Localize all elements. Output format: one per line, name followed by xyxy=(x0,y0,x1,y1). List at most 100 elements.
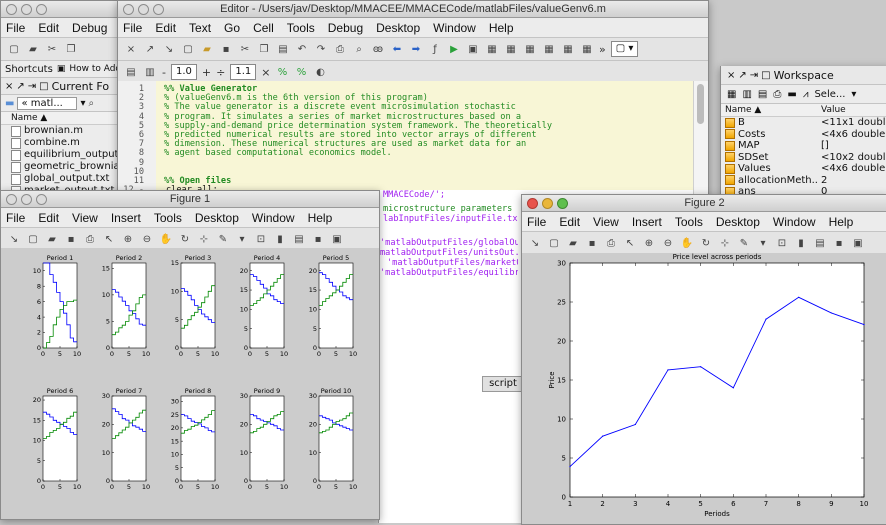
menu-view[interactable]: View xyxy=(593,215,619,229)
uncomment-icon[interactable]: % xyxy=(294,65,308,79)
binoculars-icon[interactable]: ꙭ xyxy=(371,42,385,56)
save-icon[interactable]: ▪ xyxy=(585,236,599,250)
dock-arrow-icon[interactable]: ↘ xyxy=(7,232,21,246)
print-icon[interactable]: ⎙ xyxy=(773,89,781,100)
minimize-button[interactable] xyxy=(21,194,32,205)
step-in-icon[interactable]: ▦ xyxy=(504,42,518,56)
column-header[interactable]: Name ▲ xyxy=(1,112,119,125)
menu-desktop[interactable]: Desktop xyxy=(376,21,420,35)
cut-icon[interactable]: ✂ xyxy=(238,42,252,56)
code-line[interactable]: 6 % predicted numerical results are store… xyxy=(118,130,694,140)
menu-go[interactable]: Go xyxy=(224,21,240,35)
comment-icon[interactable]: % xyxy=(275,65,289,79)
run-icon[interactable]: ▶ xyxy=(447,42,461,56)
code-line[interactable]: 7 % dimension. These numerical structures… xyxy=(118,139,694,149)
menu-cell[interactable]: Cell xyxy=(253,21,274,35)
close-panel-icon[interactable]: × xyxy=(727,70,735,81)
menu-debug[interactable]: Debug xyxy=(72,21,107,35)
workspace-variable-row[interactable]: Costs <4x6 double> xyxy=(721,129,886,141)
cut-icon[interactable]: ✂ xyxy=(45,42,59,56)
pan-icon[interactable]: ✋ xyxy=(680,236,694,250)
close-icon[interactable]: × xyxy=(124,42,138,56)
save-icon[interactable]: ▪ xyxy=(219,42,233,56)
code-line[interactable]: 11 %% Open files xyxy=(118,176,694,186)
open-file-icon[interactable]: ▰ xyxy=(200,42,214,56)
menu-debug[interactable]: Debug xyxy=(328,21,363,35)
code-line[interactable]: 8 % agent based computational economics m… xyxy=(118,148,694,158)
chevron-down-icon[interactable]: ▾ xyxy=(756,236,770,250)
close-panel-icon[interactable]: × xyxy=(5,81,13,92)
decrement-button[interactable]: - xyxy=(162,66,166,79)
scroll-thumb[interactable] xyxy=(697,84,704,124)
workspace-variable-row[interactable]: B <11x1 double> xyxy=(721,117,886,129)
code-line[interactable]: 9 xyxy=(118,158,694,168)
file-item[interactable]: geometric_brownia xyxy=(1,161,119,173)
close-button[interactable] xyxy=(6,4,17,15)
legend-icon[interactable]: ▤ xyxy=(292,232,306,246)
publish-icon[interactable]: ◐ xyxy=(313,65,327,79)
menu-file[interactable]: File xyxy=(6,21,25,35)
file-item[interactable]: global_output.txt xyxy=(1,173,119,185)
menu-help[interactable]: Help xyxy=(829,215,854,229)
code-line[interactable]: 2 % (valueGenv6.m is the 6th version of t… xyxy=(118,93,694,103)
command-window-area[interactable] xyxy=(378,300,522,523)
find-icon[interactable]: ⌕ xyxy=(352,42,366,56)
divide-button[interactable]: ÷ xyxy=(216,66,225,79)
menu-edit[interactable]: Edit xyxy=(38,21,59,35)
zoom-in-icon[interactable]: ⊕ xyxy=(121,232,135,246)
show-tools-icon[interactable]: ▣ xyxy=(851,236,865,250)
increment-value-field[interactable]: 1.0 xyxy=(170,64,197,80)
zoom-out-icon[interactable]: ⊖ xyxy=(661,236,675,250)
file-item[interactable]: combine.m xyxy=(1,137,119,149)
scale-value-field[interactable]: 1.1 xyxy=(230,64,257,80)
code-line[interactable]: 5 % supply-and-demand price determination… xyxy=(118,121,694,131)
link-icon[interactable]: ⊡ xyxy=(254,232,268,246)
plot-select-dropdown[interactable]: Sele... xyxy=(814,89,845,100)
menu-tools[interactable]: Tools xyxy=(154,211,182,225)
menu-edit[interactable]: Edit xyxy=(38,211,59,225)
folder-path-dropdown[interactable]: « matl... xyxy=(17,96,78,110)
rotate-icon[interactable]: ↻ xyxy=(699,236,713,250)
forward-arrow-icon[interactable]: ➡ xyxy=(409,42,423,56)
code-line[interactable]: 10 xyxy=(118,167,694,177)
menu-edit[interactable]: Edit xyxy=(559,215,580,229)
colorbar-icon[interactable]: ▮ xyxy=(273,232,287,246)
column-value[interactable]: Value xyxy=(819,104,846,116)
menu-window[interactable]: Window xyxy=(433,21,476,35)
chevron-down-icon[interactable]: ▾ xyxy=(80,98,85,109)
hide-tools-icon[interactable]: ▪ xyxy=(311,232,325,246)
data-cursor-icon[interactable]: ⊹ xyxy=(718,236,732,250)
menu-edit[interactable]: Edit xyxy=(155,21,176,35)
import-data-icon[interactable]: ▥ xyxy=(742,89,751,100)
print-icon[interactable]: ⎙ xyxy=(83,232,97,246)
zoom-in-icon[interactable]: ⊕ xyxy=(642,236,656,250)
continue-icon[interactable]: ▦ xyxy=(542,42,556,56)
save-workspace-icon[interactable]: ▤ xyxy=(758,89,767,100)
workspace-variable-row[interactable]: MAP [] xyxy=(721,140,886,152)
menu-help[interactable]: Help xyxy=(308,211,333,225)
menu-window[interactable]: Window xyxy=(252,211,295,225)
close-button[interactable] xyxy=(6,194,17,205)
code-line[interactable]: 3 % The value generator is a discrete eve… xyxy=(118,102,694,112)
legend-icon[interactable]: ▤ xyxy=(813,236,827,250)
new-figure-icon[interactable]: ▢ xyxy=(547,236,561,250)
save-icon[interactable]: ▪ xyxy=(64,232,78,246)
menu-desktop[interactable]: Desktop xyxy=(195,211,239,225)
undock-icon[interactable]: ↗ xyxy=(16,81,24,92)
maximize-icon[interactable]: □ xyxy=(761,70,770,81)
rotate-icon[interactable]: ↻ xyxy=(178,232,192,246)
back-arrow-icon[interactable]: ⬅ xyxy=(390,42,404,56)
cell-eval-icon[interactable]: ▥ xyxy=(143,65,157,79)
menu-insert[interactable]: Insert xyxy=(111,211,141,225)
code-line[interactable]: 1 %% Value Generator xyxy=(118,84,694,94)
new-figure-icon[interactable]: ▢ xyxy=(26,232,40,246)
copy-icon[interactable]: ❐ xyxy=(257,42,271,56)
shortcuts-label[interactable]: Shortcuts xyxy=(5,64,53,75)
undock-icon[interactable]: ↗ xyxy=(738,70,746,81)
zoom-button[interactable] xyxy=(36,194,47,205)
redo-icon[interactable]: ↷ xyxy=(314,42,328,56)
file-item[interactable]: equilibrium_output xyxy=(1,149,119,161)
minimize-button[interactable] xyxy=(138,4,149,15)
menu-tools[interactable]: Tools xyxy=(675,215,703,229)
new-variable-icon[interactable]: ▦ xyxy=(727,89,736,100)
